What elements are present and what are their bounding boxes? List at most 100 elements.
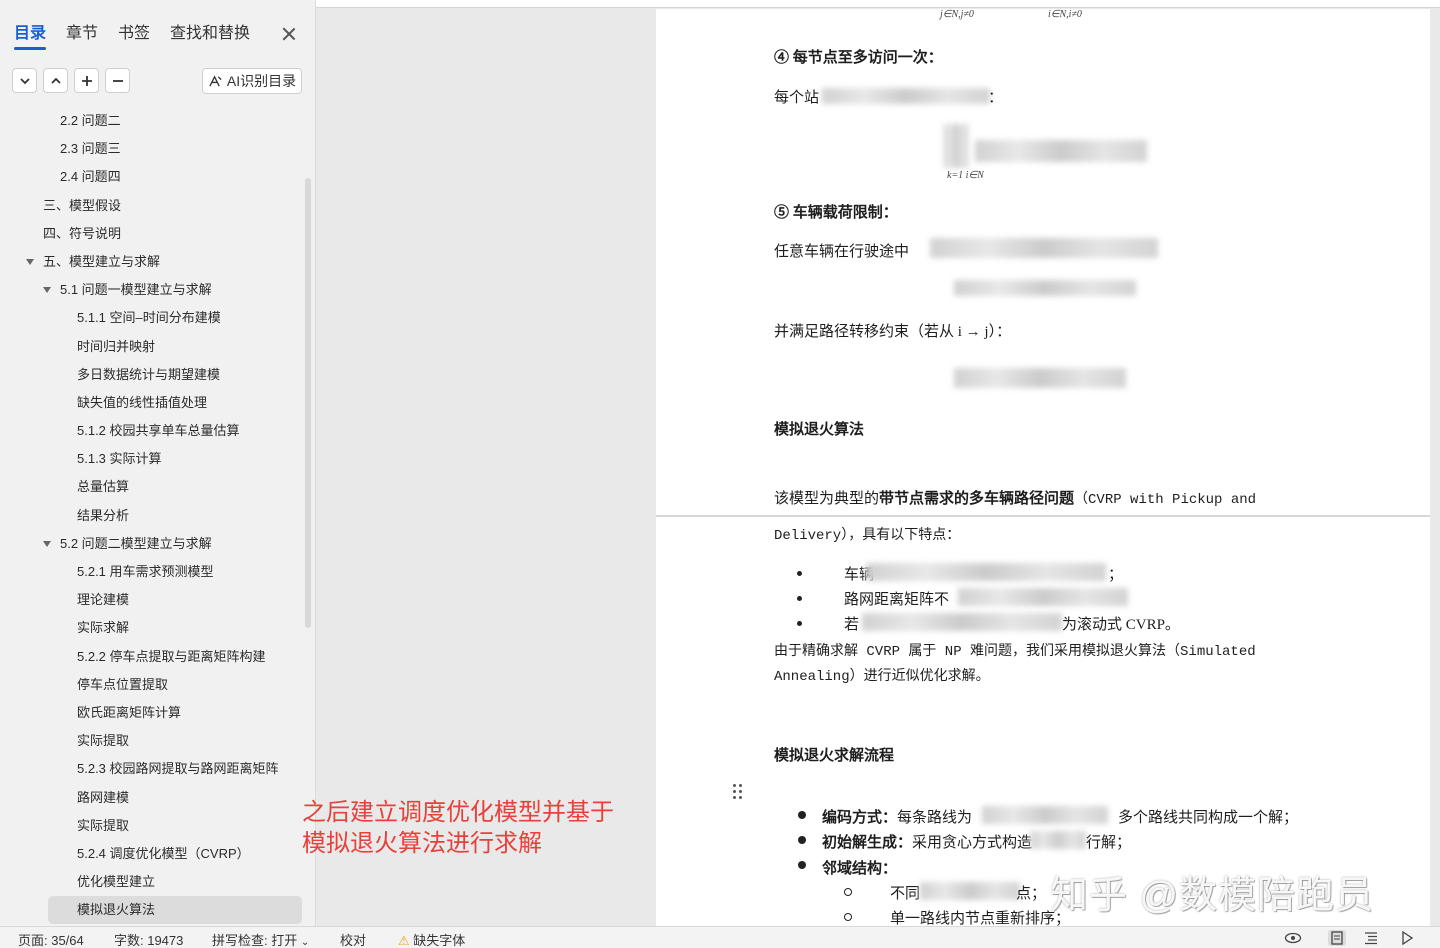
missing-font-button[interactable]: ⚠ 缺失字体 [398,930,465,948]
toc-item-label: 5.1.1 空间–时间分布建模 [77,310,221,326]
toc-item-label: 路网建模 [77,789,130,805]
toc-item[interactable]: 停车点位置提取 [0,671,316,699]
eye-icon[interactable] [1284,930,1302,946]
chevron-up-icon [50,77,61,84]
toc-item[interactable]: 5.2 问题二模型建立与求解 [0,530,316,558]
toc-item[interactable]: 路网建模 [0,784,316,812]
body-text: Delivery），具有以下特点： [774,528,961,544]
bullet [797,621,802,626]
list-item: 初始解生成：采用贪心方式构造 [822,835,1033,851]
toc-item-label: 五、模型建立与求解 [43,253,161,269]
tab-chapters[interactable]: 章节 [66,22,98,50]
toc-item[interactable]: 总量估算 [0,473,316,501]
toc-item[interactable]: 四、符号说明 [0,220,316,248]
list-item: 为滚动式 CVRP。 [1062,617,1180,633]
toc-item[interactable]: 五、模型建立与求解 [0,248,316,276]
ai-detect-toc-button[interactable]: AI识别目录 [202,68,302,94]
math-subscript: j∈N,j≠0 [940,9,974,20]
outline-view-icon[interactable] [1362,930,1380,946]
remove-heading-button[interactable] [105,68,130,93]
blurred-formula [954,368,1126,388]
toc-item-label: 模拟退火算法 [77,902,156,918]
toc-item[interactable]: 2.2 问题二 [0,107,316,135]
toc-item[interactable]: 5.2.1 用车需求预测模型 [0,558,316,586]
list-item: 多个路线共同构成一个解； [1118,810,1299,826]
document-page [656,9,1430,515]
toc-item[interactable]: 结果分析 [0,502,316,530]
toc-item-label: 优化模型建立 [77,874,156,890]
chevron-down-icon [19,77,30,84]
close-icon[interactable] [279,24,299,44]
math-subscript: k=1 i∈N [947,170,984,181]
expand-arrow-icon[interactable] [43,287,51,294]
chevron-down-icon: ⌄ [300,937,310,948]
section-heading: 模拟退火算法 [774,422,865,438]
word-count[interactable]: 字数: 19473 [114,930,183,948]
drag-handle-icon[interactable] [733,784,743,800]
toc-item[interactable]: 2.4 问题四 [0,163,316,191]
blurred-text [862,613,1062,631]
constraint-title: ⑤ 车辆载荷限制： [774,205,898,221]
toc-item[interactable]: 5.1 问题一模型建立与求解 [0,276,316,304]
blurred-formula [954,280,1136,296]
tab-toc[interactable]: 目录 [14,22,47,50]
sub-bullet [844,888,852,896]
spell-check-toggle[interactable]: 拼写检查: 打开 ⌄ [212,930,309,948]
expand-arrow-icon[interactable] [43,540,51,547]
body-text: 并满足路径转移约束（若从 i → j）： [774,324,1012,340]
top-ruler [316,0,1440,8]
body-text: 该模型为典型的带节点需求的多车辆路径问题（CVRP with Pickup an… [774,491,1257,508]
toc-item[interactable]: 5.1.3 实际计算 [0,445,316,473]
toc-item[interactable]: 5.2.2 停车点提取与距离矩阵构建 [0,643,316,671]
blurred-text [930,238,1158,258]
toc-item[interactable]: 5.2.3 校园路网提取与路网距离矩阵 [0,755,316,783]
section-heading: 模拟退火求解流程 [774,748,895,764]
collapse-up-button[interactable] [43,68,68,93]
toc-item[interactable]: 欧氏距离矩阵计算 [0,699,316,727]
tab-bookmarks[interactable]: 书签 [118,22,150,50]
toc-item[interactable]: 5.2.4 调度优化模型（CVRP） [0,840,316,868]
body-text: 由于精确求解 CVRP 属于 NP 难问题，我们采用模拟退火算法（Simulat… [774,644,1256,660]
page-indicator[interactable]: 页面: 35/64 [18,930,84,948]
list-item: 编码方式：每条路线为 [822,810,973,826]
list-item: 不同 [890,886,921,902]
play-icon[interactable] [1398,930,1416,946]
toc-item-label: 停车点位置提取 [77,676,169,692]
plus-icon [81,75,92,86]
toc-item[interactable]: 5.1.1 空间–时间分布建模 [0,304,316,332]
toc-item[interactable]: 理论建模 [0,586,316,614]
toc-item[interactable]: 三、模型假设 [0,192,316,220]
blurred-text [958,588,1128,606]
toc-item-label: 5.2.1 用车需求预测模型 [77,564,214,579]
add-heading-button[interactable] [74,68,99,93]
toc-item[interactable]: 5.1.2 校园共享单车总量估算 [0,417,316,445]
toc-item[interactable]: 时间归并映射 [0,333,316,361]
toc-item[interactable]: 缺失值的线性插值处理 [0,389,316,417]
tab-find-replace[interactable]: 查找和替换 [170,22,250,50]
toc-item-label: 2.2 问题二 [60,113,121,128]
sub-bullet [844,913,852,921]
toc-item-label: 结果分析 [77,507,130,523]
toc-scrollbar[interactable] [305,178,311,628]
toc-item-label: 总量估算 [77,479,130,495]
page-view-icon[interactable] [1328,930,1346,946]
toc-item[interactable]: 优化模型建立 [0,868,316,896]
expand-down-button[interactable] [12,68,37,93]
expand-arrow-icon[interactable] [26,258,34,265]
toc-item[interactable]: 实际求解 [0,614,316,642]
toc-item-label: 缺失值的线性插值处理 [77,394,208,410]
bullet [797,571,802,576]
math-subscript: i∈N,i≠0 [1048,9,1082,20]
toc-item[interactable]: 实际提取 [0,812,316,840]
bullet [798,836,806,844]
page-break [656,515,1430,517]
proofread-button[interactable]: 校对 [340,930,366,948]
warning-icon: ⚠ [398,933,410,948]
toc-item-label: 欧氏距离矩阵计算 [77,704,182,720]
toc-item[interactable]: 模拟退火算法 [48,896,302,925]
ai-button-label: AI识别目录 [226,73,297,89]
toc-item[interactable]: 多日数据统计与期望建模 [0,361,316,389]
toc-item[interactable]: 实际提取 [0,727,316,755]
toc-item[interactable]: 2.3 问题三 [0,135,316,163]
red-annotation: 之后建立调度优化模型并基于 模拟退火算法进行求解 [302,797,614,859]
